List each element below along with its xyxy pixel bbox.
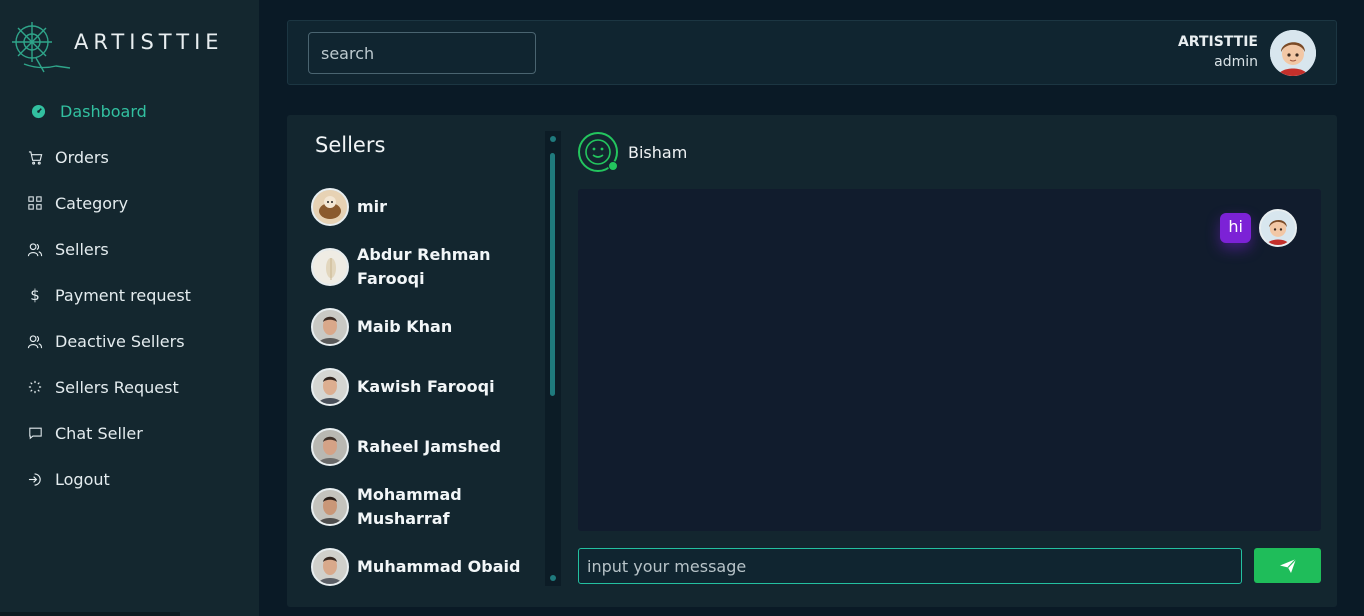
- avatar: [1259, 209, 1297, 247]
- user-role: admin: [1214, 54, 1258, 70]
- scroll-down-arrow[interactable]: [550, 575, 556, 581]
- list-item[interactable]: Muhammad Obaid: [311, 537, 543, 597]
- chat-icon: [27, 425, 43, 441]
- seller-name: Mohammad Musharraf: [357, 485, 462, 528]
- message-area[interactable]: hi: [578, 189, 1321, 531]
- sidebar-item-label: Sellers Request: [55, 377, 179, 397]
- dollar-icon: $: [30, 286, 40, 304]
- sidebar-item-label: Deactive Sellers: [55, 331, 185, 351]
- sidebar-item-deactive-sellers[interactable]: Deactive Sellers: [0, 318, 259, 364]
- send-button[interactable]: [1254, 548, 1321, 583]
- user-name: ARTISTTIE: [1177, 34, 1258, 50]
- sidebar: ARTISTTIE Dashboard Orders Category Sell…: [0, 0, 259, 616]
- avatar: [311, 428, 349, 466]
- users-icon: [27, 333, 43, 349]
- sidebar-item-label: Category: [55, 193, 129, 213]
- online-indicator: [608, 161, 618, 171]
- message-input[interactable]: [578, 548, 1242, 584]
- avatar: [311, 488, 349, 526]
- sidebar-item-label: Dashboard: [60, 101, 147, 121]
- chat-header: Bisham: [578, 132, 687, 172]
- search-input[interactable]: [308, 32, 536, 74]
- sidebar-nav: Dashboard Orders Category Sellers $ Paym…: [0, 88, 259, 502]
- message-bubble: hi: [1220, 213, 1251, 243]
- sidebar-item-sellers[interactable]: Sellers: [0, 226, 259, 272]
- logo-text: ARTISTTIE: [74, 30, 224, 54]
- cart-icon: [27, 149, 43, 165]
- contact-name: Bisham: [628, 142, 688, 162]
- scroll-up-arrow[interactable]: [550, 136, 556, 142]
- avatar: [311, 248, 349, 286]
- logout-icon: [27, 471, 43, 487]
- list-item[interactable]: Maib Khan: [311, 297, 543, 357]
- seller-list-scrollbar[interactable]: [545, 131, 561, 586]
- list-item[interactable]: Mohammad Musharraf: [311, 477, 543, 537]
- sidebar-item-label: Payment request: [55, 285, 191, 305]
- loader-icon: [27, 379, 43, 395]
- message: hi: [1220, 209, 1297, 247]
- grid-icon: [27, 195, 43, 211]
- list-item[interactable]: Raheel Jamshed: [311, 417, 543, 477]
- list-item[interactable]: Kawish Farooqi: [311, 357, 543, 417]
- sidebar-item-label: Orders: [55, 147, 109, 167]
- seller-name: Muhammad Obaid: [357, 557, 521, 576]
- sidebar-scrollbar[interactable]: [0, 612, 180, 616]
- send-icon: [1279, 558, 1296, 573]
- logo[interactable]: ARTISTTIE: [10, 18, 250, 78]
- sidebar-item-sellers-request[interactable]: Sellers Request: [0, 364, 259, 410]
- sidebar-item-label: Sellers: [55, 239, 109, 259]
- seller-name: mir: [357, 197, 388, 216]
- seller-list: mir Abdur Rehman Farooqi Maib Khan Kawis…: [311, 177, 543, 597]
- users-icon: [27, 241, 43, 257]
- logo-icon: [12, 22, 71, 73]
- dashboard-gauge-icon: [30, 103, 46, 119]
- avatar: [311, 368, 349, 406]
- sidebar-item-dashboard[interactable]: Dashboard: [0, 88, 259, 134]
- contact-avatar: [578, 132, 618, 172]
- sidebar-item-logout[interactable]: Logout: [0, 456, 259, 502]
- avatar: [311, 188, 349, 226]
- avatar[interactable]: [1270, 30, 1316, 76]
- sidebar-item-label: Chat Seller: [55, 423, 143, 443]
- scroll-thumb[interactable]: [550, 153, 555, 396]
- sidebar-item-payment-request[interactable]: $ Payment request: [0, 272, 259, 318]
- seller-name: Abdur Rehman Farooqi: [357, 245, 491, 288]
- topbar: ARTISTTIE admin: [287, 20, 1337, 85]
- chat-panel: Sellers mir Abdur Rehman Farooqi Maib Kh…: [287, 115, 1337, 607]
- sidebar-item-label: Logout: [55, 469, 110, 489]
- sidebar-item-category[interactable]: Category: [0, 180, 259, 226]
- list-item[interactable]: mir: [311, 177, 543, 237]
- seller-name: Raheel Jamshed: [357, 437, 501, 456]
- sidebar-item-chat-seller[interactable]: Chat Seller: [0, 410, 259, 456]
- sidebar-item-orders[interactable]: Orders: [0, 134, 259, 180]
- avatar: [311, 308, 349, 346]
- seller-name: Kawish Farooqi: [357, 377, 495, 396]
- seller-name: Maib Khan: [357, 317, 453, 336]
- list-item[interactable]: Abdur Rehman Farooqi: [311, 237, 543, 297]
- avatar: [311, 548, 349, 586]
- sellers-title: Sellers: [315, 133, 386, 157]
